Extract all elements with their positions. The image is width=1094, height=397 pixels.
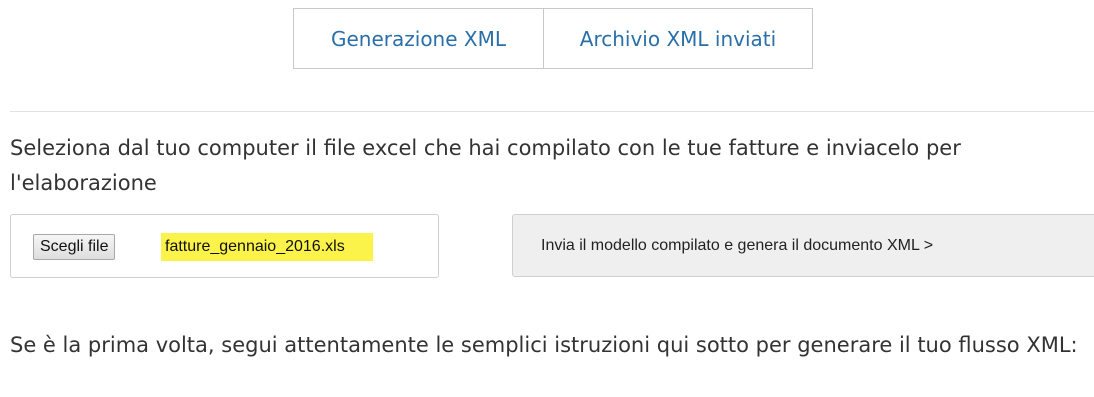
tab-generazione-xml[interactable]: Generazione XML xyxy=(294,9,544,68)
instructions-text: Se è la prima volta, segui attentamente … xyxy=(10,333,1078,357)
choose-file-button[interactable]: Scegli file xyxy=(33,234,116,260)
page: Generazione XML Archivio XML inviati Sel… xyxy=(0,0,1094,397)
selected-file-name: fatture_gennaio_2016.xls xyxy=(161,233,373,261)
file-input[interactable]: Scegli file fatture_gennaio_2016.xls xyxy=(10,214,439,278)
tab-archivio-xml-inviati[interactable]: Archivio XML inviati xyxy=(544,9,812,68)
submit-generate-xml-button[interactable]: Invia il modello compilato e genera il d… xyxy=(512,214,1094,277)
submit-button-label: Invia il modello compilato e genera il d… xyxy=(541,236,934,254)
tab-bar: Generazione XML Archivio XML inviati xyxy=(293,8,813,69)
divider xyxy=(10,111,1094,112)
intro-text: Seleziona dal tuo computer il file excel… xyxy=(10,136,961,195)
